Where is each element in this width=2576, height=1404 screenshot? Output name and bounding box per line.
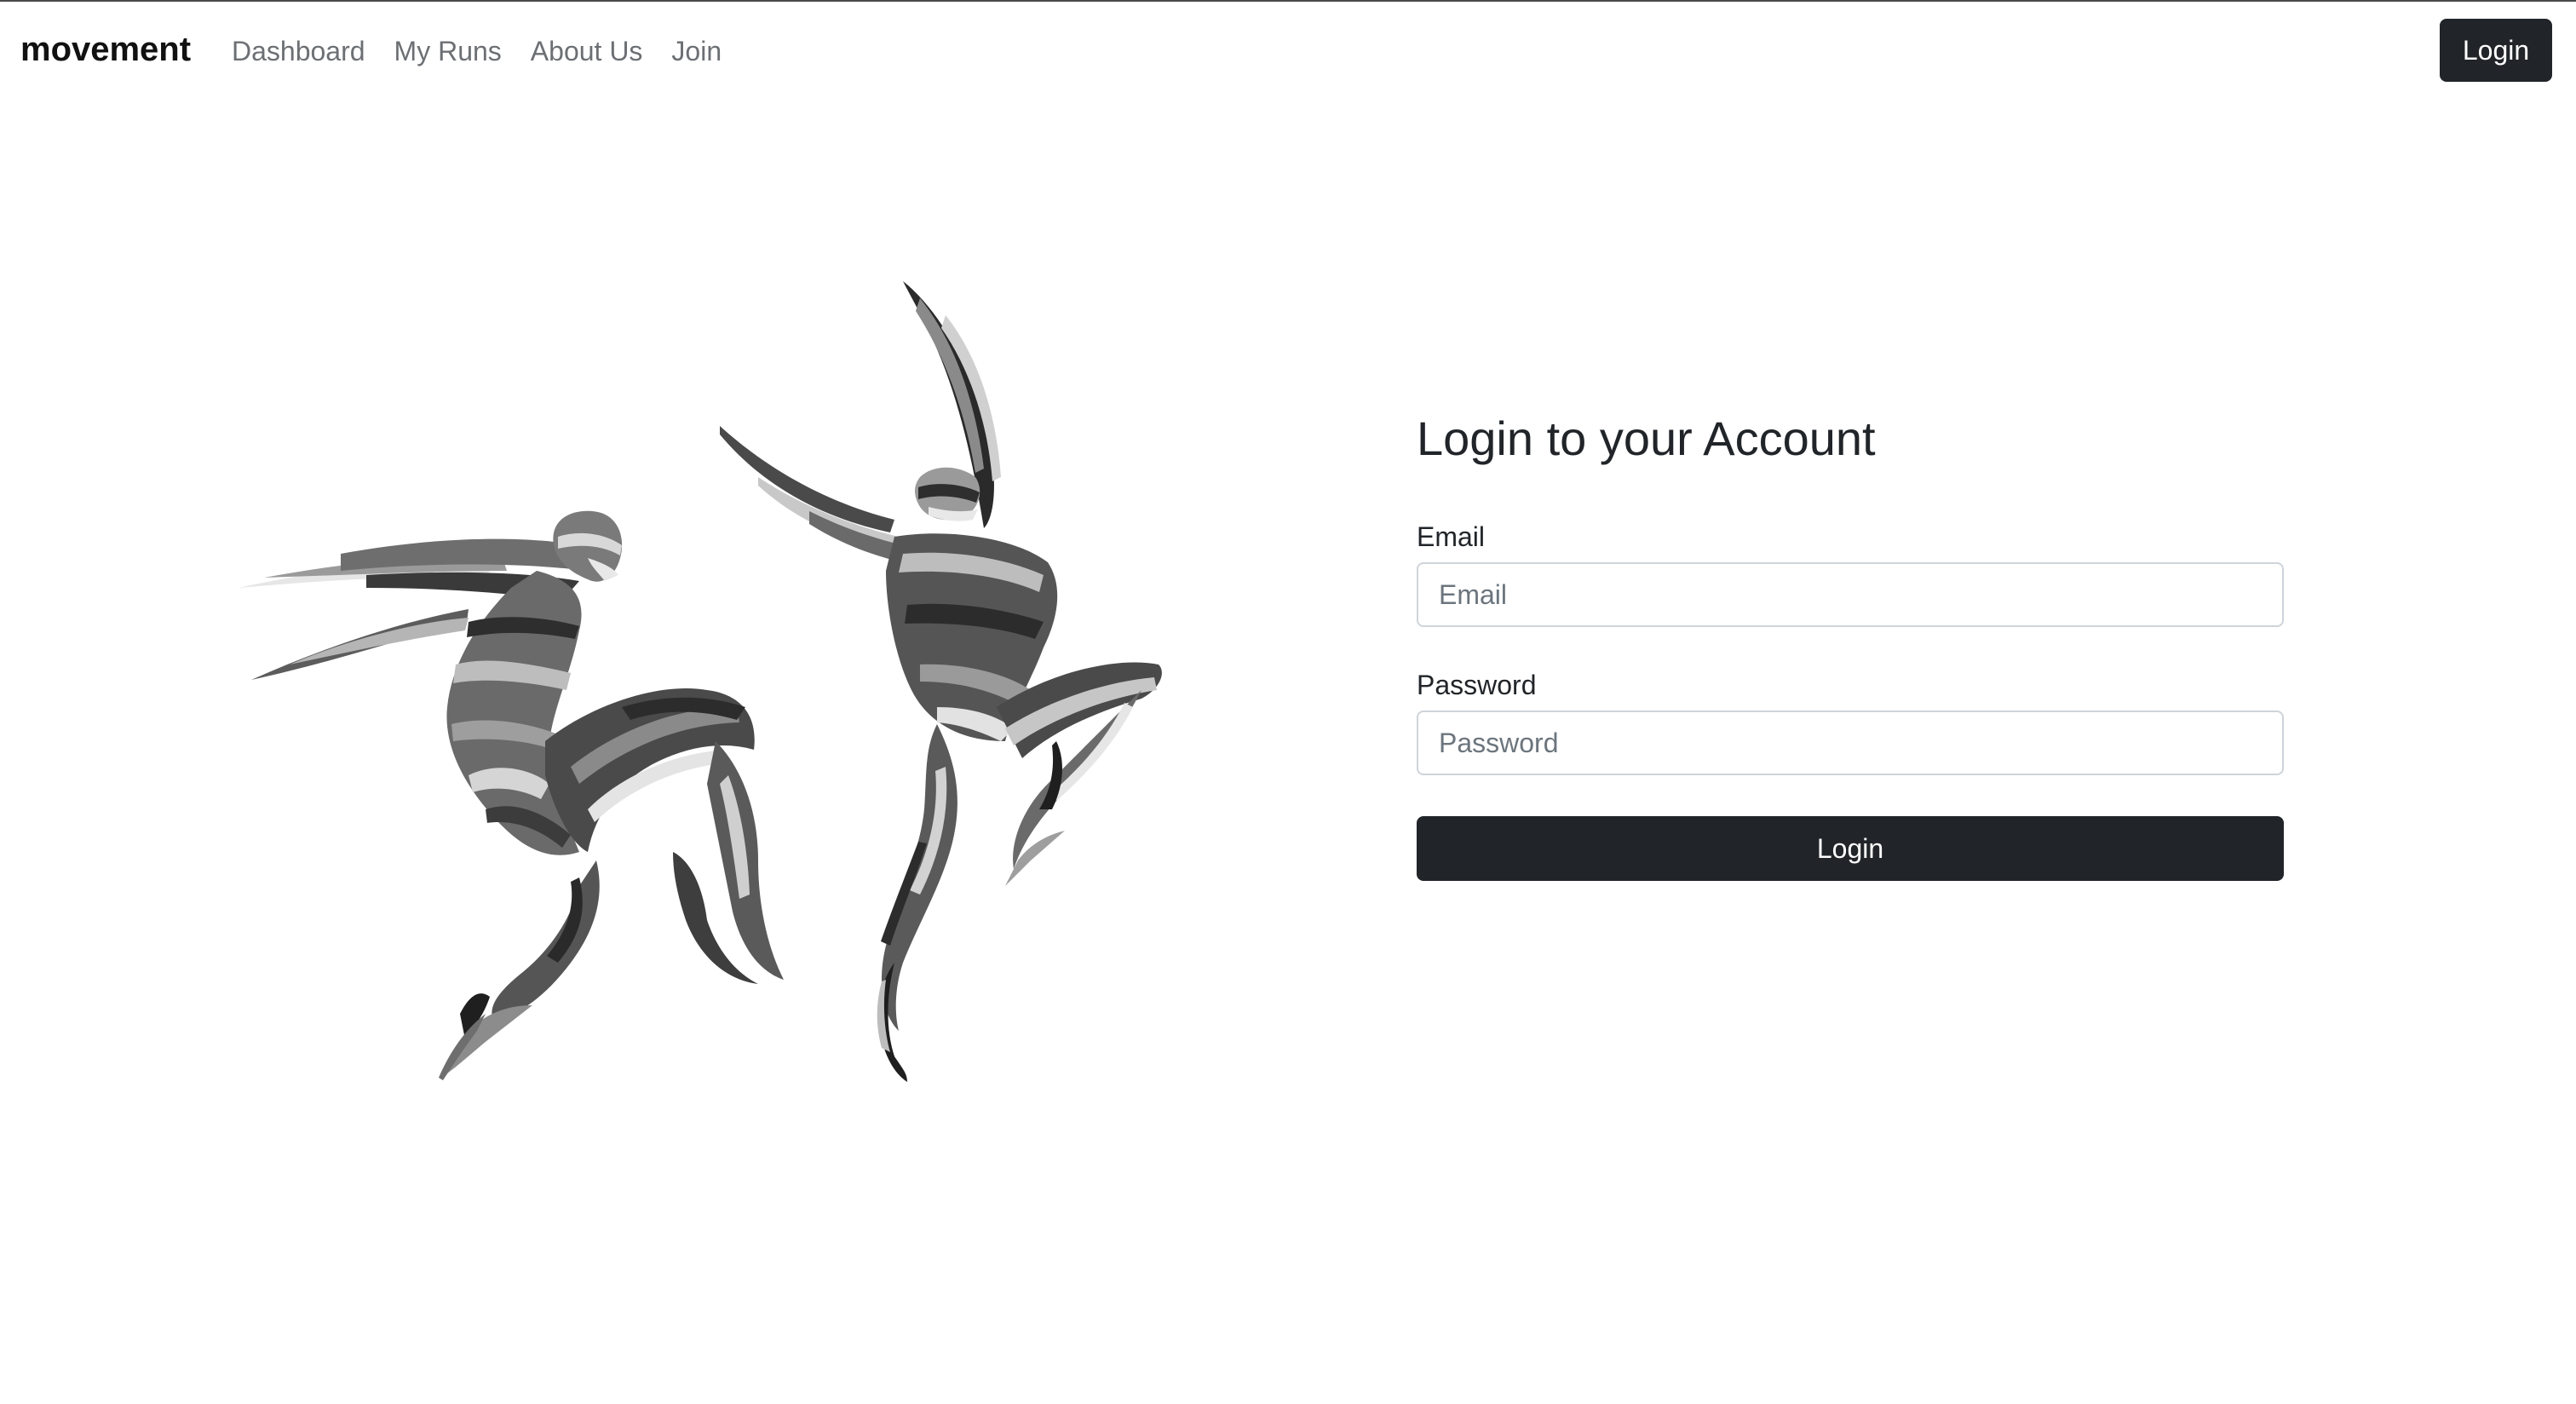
navbar-login-button[interactable]: Login	[2440, 19, 2552, 82]
email-input[interactable]	[1417, 562, 2284, 627]
login-title: Login to your Account	[1417, 411, 1876, 465]
two-leaping-runners-illustration	[239, 281, 1162, 1082]
nav-link-about-us[interactable]: About Us	[531, 31, 643, 72]
nav-links: Dashboard My Runs About Us Join	[232, 31, 750, 72]
password-input[interactable]	[1417, 711, 2284, 775]
email-label: Email	[1417, 521, 1486, 552]
navbar: movement Dashboard My Runs About Us Join…	[0, 2, 2576, 99]
nav-link-dashboard[interactable]: Dashboard	[232, 31, 365, 72]
runners-illustration	[213, 264, 1193, 1099]
right-runner-figure	[720, 281, 1162, 1082]
left-runner-figure	[239, 510, 784, 1080]
nav-link-my-runs[interactable]: My Runs	[394, 31, 502, 72]
password-label: Password	[1417, 670, 1537, 700]
login-submit-button[interactable]: Login	[1417, 816, 2284, 881]
login-form: Login to your Account Email Password Log…	[1417, 400, 2284, 881]
brand-logo[interactable]: movement	[20, 27, 191, 72]
nav-link-join[interactable]: Join	[671, 31, 722, 72]
